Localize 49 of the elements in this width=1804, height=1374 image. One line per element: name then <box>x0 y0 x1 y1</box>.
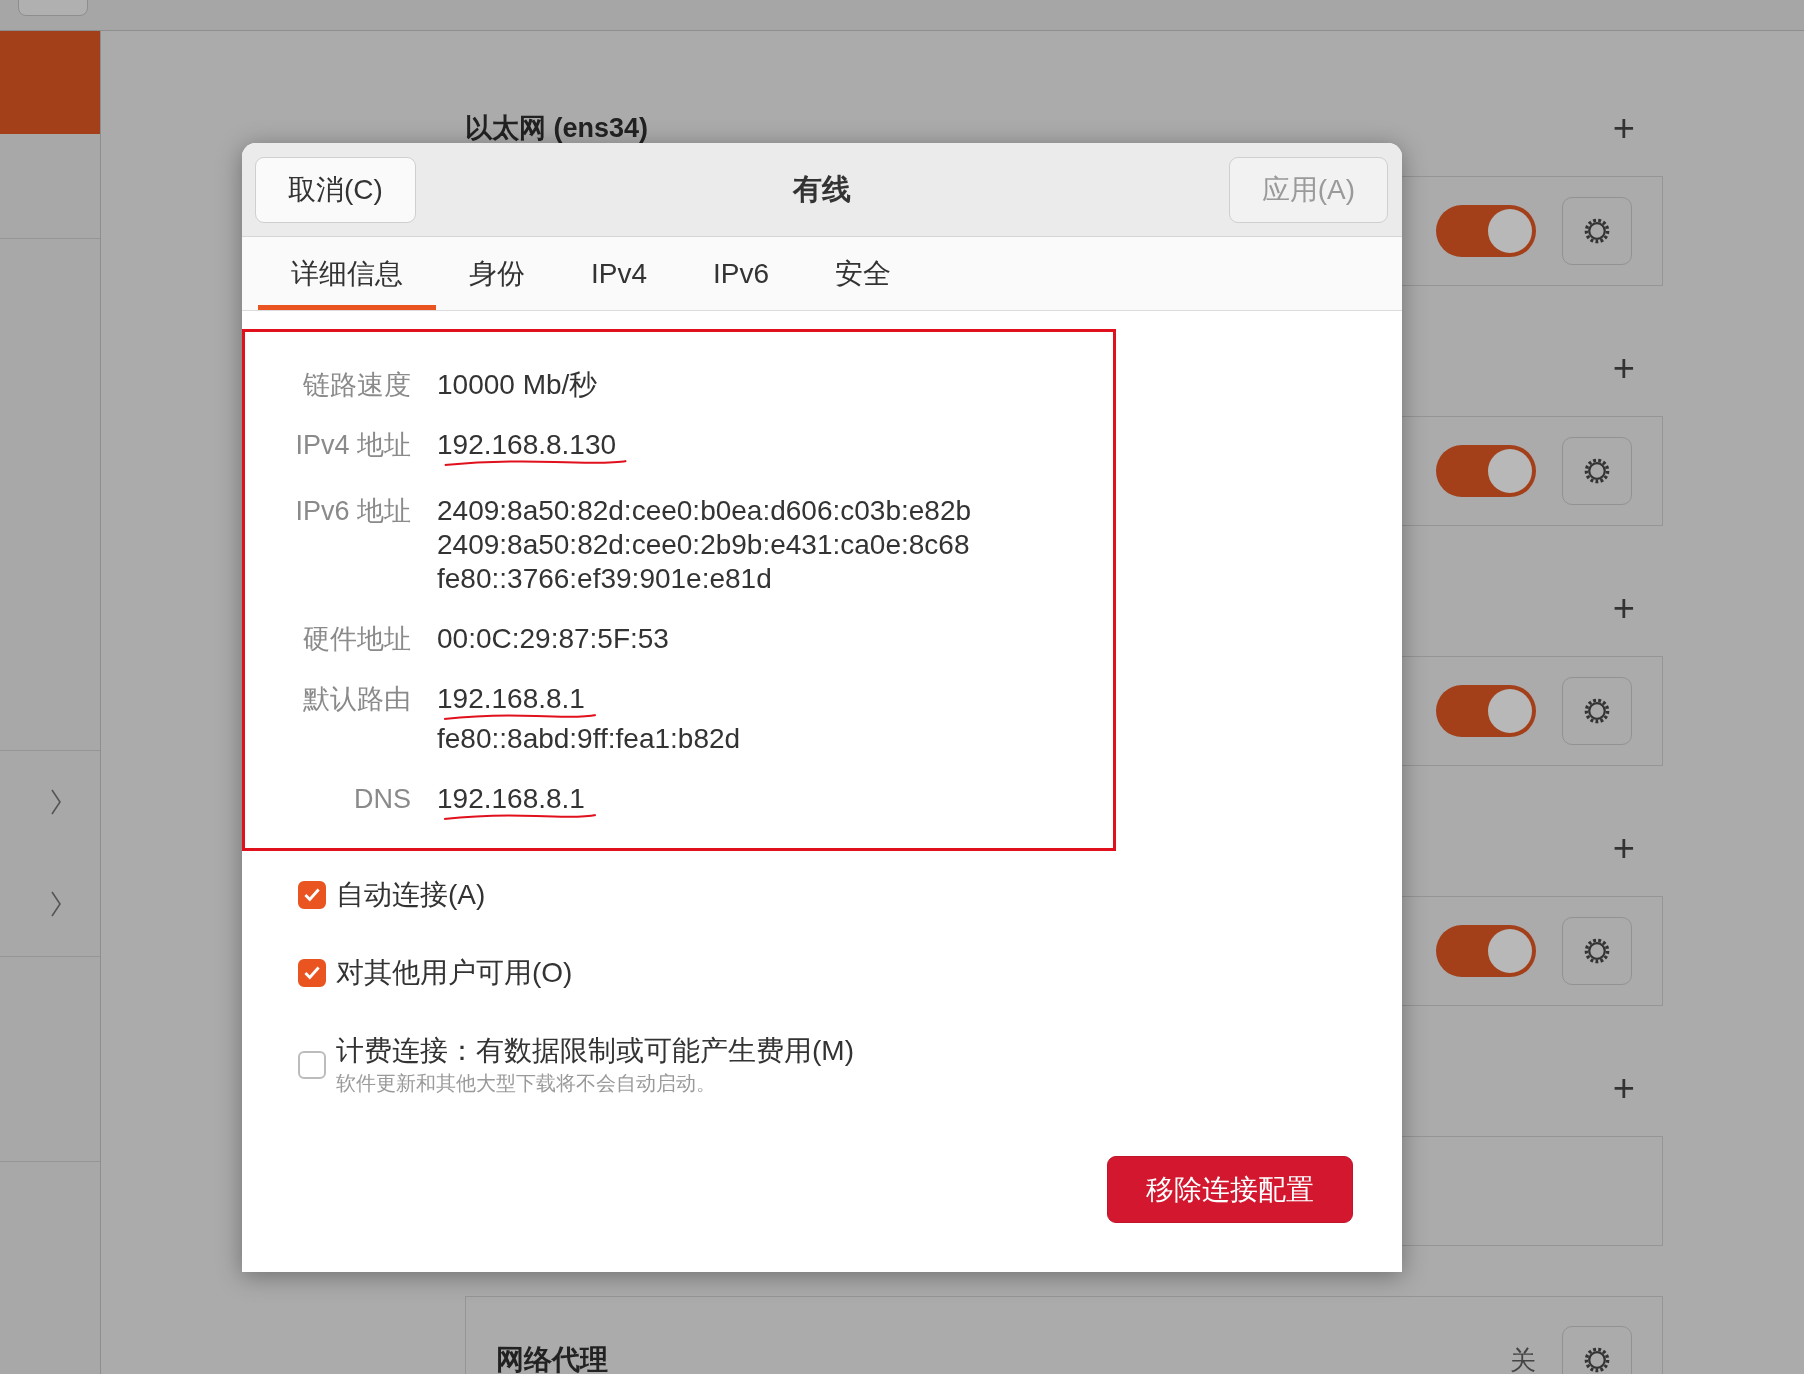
detail-label: DNS <box>353 783 411 816</box>
dialog-title: 有线 <box>793 171 852 207</box>
settings-button[interactable] <box>1562 197 1632 265</box>
cancel-button[interactable]: 取消(C) <box>255 156 416 223</box>
toggle-switch[interactable] <box>1436 445 1536 497</box>
checkbox-hint: 软件更新和其他大型下载将不会自动启动。 <box>336 1071 717 1096</box>
detail-value: fe80::3766:ef39:901e:e81d <box>437 562 772 596</box>
chevron-right-icon <box>50 890 62 919</box>
tab[interactable]: IPv6 <box>680 237 803 310</box>
checkbox[interactable] <box>298 881 326 909</box>
add-button[interactable]: + <box>1612 346 1635 390</box>
toggle-switch[interactable] <box>1436 925 1536 977</box>
detail-label: 链路速度 <box>302 369 411 402</box>
settings-button[interactable] <box>1562 437 1632 505</box>
settings-button[interactable] <box>1562 1326 1632 1374</box>
checkbox-label: 对其他用户可用(O) <box>336 956 573 990</box>
add-button[interactable]: + <box>1612 1066 1635 1110</box>
settings-button[interactable] <box>1562 917 1632 985</box>
detail-value: fe80::8abd:9ff:fea1:b82d <box>437 722 741 756</box>
proxy-status: 关 <box>1510 1343 1536 1374</box>
proxy-label: 网络代理 <box>496 1343 608 1374</box>
checkbox-label: 自动连接(A) <box>336 878 486 912</box>
detail-value: 2409:8a50:82d:cee0:2b9b:e431:ca0e:8c68 <box>437 528 970 562</box>
detail-value: 192.168.8.130 <box>437 428 617 462</box>
add-button[interactable]: + <box>1612 826 1635 870</box>
detail-value: 192.168.8.1 <box>437 782 585 816</box>
detail-label: 硬件地址 <box>302 623 411 656</box>
tab[interactable]: IPv4 <box>558 237 681 310</box>
toggle-switch[interactable] <box>1436 205 1536 257</box>
toggle-switch[interactable] <box>1436 685 1536 737</box>
tab[interactable]: 身份 <box>436 237 558 310</box>
detail-label: IPv4 地址 <box>294 429 411 462</box>
checkbox[interactable] <box>298 1051 326 1079</box>
settings-button[interactable] <box>1562 677 1632 745</box>
remove-button[interactable]: 移除连接配置 <box>1107 1156 1353 1223</box>
section-title: 以太网 (ens34) <box>465 112 649 145</box>
checkbox[interactable] <box>298 959 326 987</box>
tab[interactable]: 详细信息 <box>258 237 436 310</box>
detail-value: 00:0C:29:87:5F:53 <box>437 622 669 656</box>
add-button[interactable]: + <box>1612 106 1635 150</box>
chevron-right-icon <box>50 787 62 816</box>
detail-label: 默认路由 <box>302 683 411 716</box>
detail-value: 10000 Mb/秒 <box>437 368 598 402</box>
add-button[interactable]: + <box>1612 586 1635 630</box>
detail-label: IPv6 地址 <box>294 495 411 528</box>
tab[interactable]: 安全 <box>802 237 925 310</box>
detail-value: 2409:8a50:82d:cee0:b0ea:d606:c03b:e82b <box>437 494 972 528</box>
detail-value: 192.168.8.1 <box>437 682 585 716</box>
checkbox-label: 计费连接：有数据限制或可能产生费用(M) <box>336 1034 854 1068</box>
